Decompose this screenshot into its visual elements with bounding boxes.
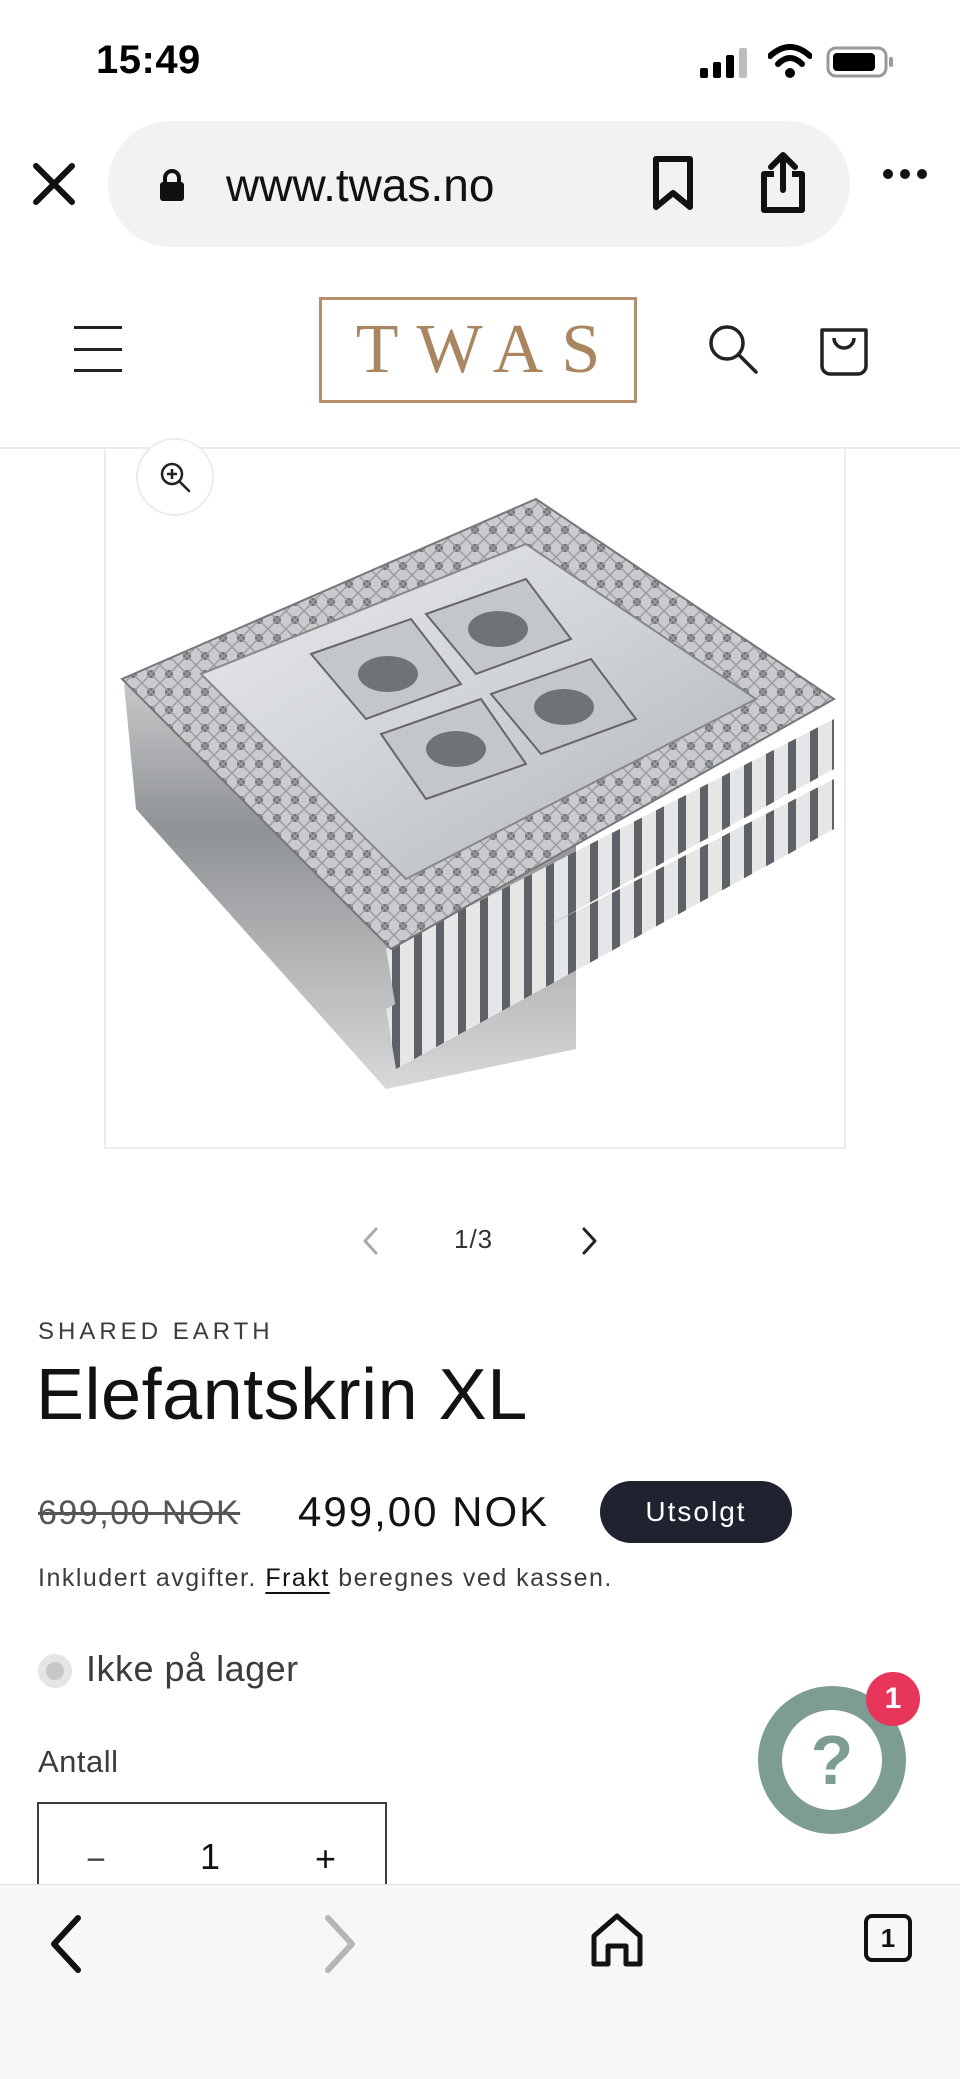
bookmark-button[interactable]	[650, 155, 696, 211]
tax-note-suffix: beregnes ved kassen.	[329, 1564, 613, 1592]
tabs-button[interactable]: 1	[864, 1914, 912, 1962]
cellular-signal-icon	[700, 48, 747, 78]
share-button[interactable]	[756, 150, 810, 214]
elephant-box-image	[120, 497, 836, 1089]
cart-button[interactable]	[816, 322, 872, 378]
price-regular: 699,00 NOK	[38, 1494, 241, 1532]
browser-back-button[interactable]	[46, 1914, 86, 1974]
product-vendor: SHARED EARTH	[38, 1318, 274, 1345]
zoom-in-icon	[160, 462, 191, 493]
quantity-increase-button[interactable]: +	[315, 1838, 336, 1880]
stock-status-dot	[38, 1654, 72, 1688]
status-time: 15:49	[96, 38, 201, 82]
close-icon	[33, 163, 75, 205]
hamburger-line	[74, 347, 122, 351]
stock-status-text: Ikke på lager	[86, 1648, 299, 1689]
battery-icon	[826, 46, 893, 78]
slider-prev-button[interactable]	[358, 1226, 384, 1256]
price-sale: 499,00 NOK	[298, 1488, 550, 1535]
site-logo[interactable]: TWAS	[319, 297, 637, 403]
search-button[interactable]	[706, 322, 760, 376]
more-options-button[interactable]	[882, 168, 928, 180]
sold-out-badge: Utsolgt	[600, 1481, 792, 1543]
quantity-decrease-button[interactable]: −	[82, 1840, 110, 1880]
close-tab-button[interactable]	[30, 160, 78, 208]
shipping-link[interactable]: Frakt	[265, 1564, 329, 1592]
wifi-icon	[768, 44, 812, 78]
product-image[interactable]	[104, 449, 846, 1149]
home-button[interactable]	[588, 1910, 646, 1970]
lock-icon	[160, 169, 184, 201]
chat-notification-badge: 1	[866, 1672, 920, 1726]
hamburger-line	[74, 326, 122, 329]
question-icon: ?	[782, 1710, 882, 1810]
browser-forward-button[interactable]	[320, 1914, 360, 1974]
menu-button[interactable]	[74, 326, 122, 372]
slider-next-button[interactable]	[576, 1226, 602, 1256]
quantity-input[interactable]: 1	[190, 1836, 230, 1878]
url-text[interactable]: www.twas.no	[226, 158, 494, 212]
slider-counter: 1/3	[454, 1224, 494, 1254]
quantity-label: Antall	[38, 1744, 119, 1779]
product-title: Elefantskrin XL	[36, 1355, 528, 1435]
tax-note-prefix: Inkludert avgifter.	[38, 1564, 266, 1592]
browser-bottom-toolbar	[0, 1884, 960, 2079]
site-logo-text: TWAS	[355, 311, 619, 388]
hamburger-line	[74, 369, 122, 372]
tax-note: Inkludert avgifter. Frakt beregnes ved k…	[38, 1564, 613, 1593]
zoom-button[interactable]	[136, 438, 214, 516]
stock-status-dot-inner	[46, 1662, 64, 1680]
